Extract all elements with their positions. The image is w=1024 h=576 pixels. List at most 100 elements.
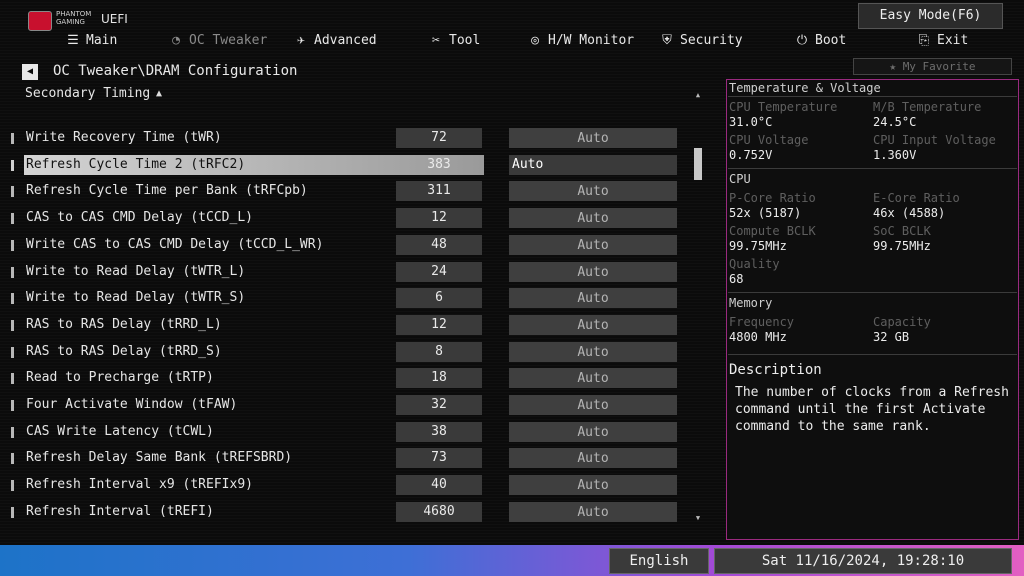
- advanced-icon: ✈: [297, 32, 305, 48]
- divider: [728, 292, 1017, 293]
- brand-line-2: GAMING: [56, 18, 85, 26]
- compute-bclk-label: Compute BCLK: [729, 224, 816, 238]
- language-button[interactable]: English: [609, 548, 709, 574]
- setting-value: 12: [396, 208, 482, 229]
- setting-value: 40: [396, 475, 482, 496]
- setting-option-dropdown[interactable]: Auto: [509, 421, 677, 442]
- pcore-ratio-value: 52x (5187): [729, 206, 802, 220]
- mb-temp-label: M/B Temperature: [873, 100, 982, 114]
- breadcrumb: OC Tweaker\DRAM Configuration: [53, 63, 298, 79]
- divider: [728, 168, 1017, 169]
- setting-label: Write to Read Delay (tWTR_L): [26, 263, 246, 279]
- cpu-title: CPU: [729, 172, 751, 186]
- star-icon: ★: [889, 60, 897, 73]
- tab-tool-label: Tool: [449, 32, 481, 48]
- tab-main-label: Main: [86, 32, 118, 48]
- tab-oc-tweaker-label: OC Tweaker: [189, 32, 268, 48]
- setting-option-dropdown[interactable]: Auto: [509, 261, 677, 282]
- cpu-voltage-label: CPU Voltage: [729, 133, 809, 147]
- tab-oc-tweaker[interactable]: ◔ OC Tweaker: [169, 30, 267, 50]
- info-panel: Temperature & Voltage CPU Temperature 31…: [726, 79, 1019, 540]
- tab-exit[interactable]: ⎘ Exit: [917, 30, 969, 50]
- setting-option-dropdown[interactable]: Auto: [509, 448, 677, 469]
- setting-row[interactable]: RAS to RAS Delay (tRRD_L) 12 Auto: [10, 314, 680, 337]
- setting-row[interactable]: CAS to CAS CMD Delay (tCCD_L) 12 Auto: [10, 208, 680, 230]
- my-favorite-button[interactable]: ★ My Favorite: [853, 58, 1012, 75]
- setting-label: Refresh Interval (tREFI): [26, 503, 214, 519]
- setting-row[interactable]: Write to Read Delay (tWTR_L) 24 Auto: [10, 261, 680, 284]
- exit-icon: ⎘: [918, 32, 930, 48]
- temp-voltage-title: Temperature & Voltage: [729, 81, 881, 95]
- back-arrow-icon: ◀: [26, 66, 34, 77]
- setting-value: 12: [396, 314, 482, 335]
- setting-option-dropdown[interactable]: Auto: [509, 368, 677, 389]
- setting-option-dropdown[interactable]: Auto: [509, 181, 677, 202]
- compute-bclk-value: 99.75MHz: [729, 239, 787, 253]
- pcore-ratio-label: P-Core Ratio: [729, 191, 816, 205]
- description-text: The number of clocks from a Refresh comm…: [735, 385, 1009, 434]
- setting-row[interactable]: Read to Precharge (tRTP) 18 Auto: [10, 368, 680, 390]
- mb-temp-value: 24.5°C: [873, 115, 917, 129]
- row-bullet-icon: [11, 373, 14, 385]
- memory-title: Memory: [729, 296, 773, 310]
- tab-hw-monitor-label: H/W Monitor: [548, 32, 635, 48]
- tab-advanced[interactable]: ✈ Advanced: [294, 30, 377, 50]
- capacity-label: Capacity: [873, 315, 931, 329]
- tab-security-label: Security: [680, 32, 743, 48]
- setting-option-dropdown[interactable]: Auto: [509, 208, 677, 229]
- section-title: Secondary Timing: [25, 86, 151, 101]
- setting-option-dropdown[interactable]: Auto: [509, 501, 677, 522]
- setting-row[interactable]: Refresh Interval x9 (tREFIx9) 40 Auto: [10, 475, 680, 497]
- power-icon: ⏻: [796, 32, 808, 48]
- row-bullet-icon: [11, 159, 14, 171]
- setting-row[interactable]: Write Recovery Time (tWR) 72 Auto: [10, 128, 680, 150]
- tab-main[interactable]: ☰ Main: [66, 30, 117, 50]
- setting-option-dropdown[interactable]: Auto: [509, 154, 677, 175]
- oc-tweaker-icon: ◔: [172, 32, 180, 48]
- setting-row[interactable]: Refresh Cycle Time 2 (tRFC2) 383 Auto: [10, 154, 680, 177]
- easy-mode-button[interactable]: Easy Mode(F6): [858, 3, 1003, 29]
- tab-boot-label: Boot: [815, 32, 847, 48]
- scrollbar-thumb[interactable]: [694, 148, 702, 180]
- setting-row[interactable]: Refresh Delay Same Bank (tREFSBRD) 73 Auto: [10, 448, 680, 470]
- setting-option-dropdown[interactable]: Auto: [509, 341, 677, 362]
- setting-option-dropdown[interactable]: Auto: [509, 314, 677, 335]
- tab-security[interactable]: ⛨ Security: [660, 30, 743, 50]
- tab-hw-monitor[interactable]: ◎ H/W Monitor: [528, 30, 634, 50]
- setting-label: Refresh Interval x9 (tREFIx9): [26, 477, 253, 493]
- setting-row[interactable]: Write to Read Delay (tWTR_S) 6 Auto: [10, 288, 680, 310]
- setting-row[interactable]: Write CAS to CAS CMD Delay (tCCD_L_WR) 48…: [10, 234, 680, 257]
- setting-option-dropdown[interactable]: Auto: [509, 234, 677, 255]
- setting-option-dropdown[interactable]: Auto: [509, 475, 677, 496]
- setting-value: 6: [396, 288, 482, 309]
- setting-option-dropdown[interactable]: Auto: [509, 128, 677, 148]
- setting-row[interactable]: Four Activate Window (tFAW) 32 Auto: [10, 395, 680, 417]
- setting-label: CAS Write Latency (tCWL): [26, 423, 214, 439]
- soc-bclk-label: SoC BCLK: [873, 224, 931, 238]
- setting-row[interactable]: RAS to RAS Delay (tRRD_S) 8 Auto: [10, 341, 680, 364]
- setting-option-dropdown[interactable]: Auto: [509, 395, 677, 415]
- setting-value: 4680: [396, 501, 482, 522]
- setting-row[interactable]: Refresh Interval (tREFI) 4680 Auto: [10, 501, 680, 524]
- back-button[interactable]: ◀: [22, 64, 38, 80]
- quality-value: 68: [729, 272, 744, 286]
- tab-tool[interactable]: ✂ Tool: [429, 30, 480, 50]
- setting-row[interactable]: Refresh Cycle Time per Bank (tRFCpb) 311 A…: [10, 181, 680, 203]
- setting-value: 383: [427, 156, 451, 172]
- tab-exit-label: Exit: [937, 32, 969, 48]
- row-bullet-icon: [11, 319, 14, 331]
- setting-value: 73: [396, 448, 482, 469]
- mouse-pointer-icon: ▲: [156, 88, 163, 99]
- setting-row[interactable]: CAS Write Latency (tCWL) 38 Auto: [10, 421, 680, 444]
- tab-boot[interactable]: ⏻ Boot: [795, 30, 846, 50]
- description-title: Description: [729, 362, 822, 378]
- setting-option-dropdown[interactable]: Auto: [509, 288, 677, 309]
- scroll-down-arrow-icon[interactable]: ▼: [694, 515, 702, 522]
- tool-icon: ✂: [432, 32, 440, 48]
- cpu-temp-value: 31.0°C: [729, 115, 773, 129]
- row-bullet-icon: [11, 293, 14, 305]
- hw-monitor-icon: ◎: [531, 32, 539, 48]
- row-bullet-icon: [11, 346, 14, 358]
- divider: [728, 96, 1017, 97]
- row-bullet-icon: [11, 213, 14, 225]
